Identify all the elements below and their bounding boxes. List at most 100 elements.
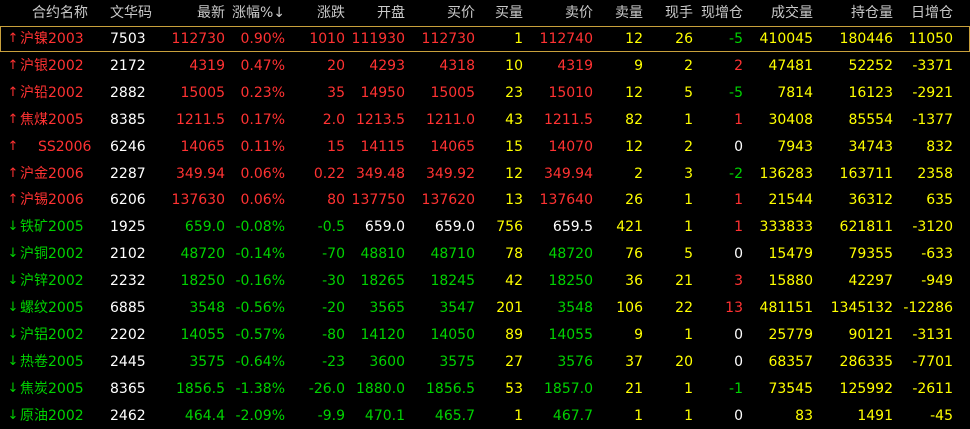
col-header-open-interest[interactable]: 持仓量 [813,0,893,26]
cell-ask-vol: 421 [616,219,643,236]
contract-name[interactable]: 原油2002 [20,403,98,429]
cell-ask-vol: 26 [625,192,643,209]
table-row[interactable]: ↑ 焦煤2005 8385 1211.5 0.17% 2.0 1213.5 1211.0 43 1… [0,107,970,133]
contract-name[interactable]: 沪金2006 [20,161,98,187]
table-row[interactable]: ↑ 沪银2002 2172 4319 0.47% 20 4293 4318 10 4319 9 2 2 4… [0,53,970,79]
cell-change-pct: -0.57% [235,326,285,343]
cell-open: 470.1 [364,407,405,424]
table-row[interactable]: ↓ 沪铜2002 2102 48720 -0.14% -70 48810 48710 78 487… [0,241,970,267]
table-row[interactable]: ↓ 沪铝2002 2202 14055 -0.57% -80 14120 14050 89 140… [0,322,970,348]
cell-open-interest: 1345132 [830,300,893,316]
cell-oi-change-now: 0 [734,407,743,424]
contract-name[interactable]: 焦炭2005 [20,376,98,402]
cell-last: 659.0 [184,219,225,236]
col-header-volume[interactable]: 成交量 [743,0,813,26]
contract-name[interactable]: 沪镍2003 [20,26,98,52]
cell-bid: 1211.0 [426,111,475,128]
cell-current-hand: 21 [675,273,693,290]
table-row[interactable]: ↑ SS2006 6246 14065 0.11% 15 14115 14065 15 14070… [0,134,970,160]
cell-bid-vol: 43 [505,111,523,128]
contract-name[interactable]: 沪锡2006 [20,187,98,213]
cell-open-interest: 180446 [839,31,893,47]
cell-bid-vol: 10 [505,57,523,74]
cell-open: 3565 [369,300,405,316]
table-row[interactable]: ↓ 沪锌2002 2232 18250 -0.16% -30 18265 18245 42 182… [0,268,970,294]
table-row[interactable]: ↓ 螺纹2005 6885 3548 -0.56% -20 3565 3547 201 3548 1… [0,295,970,321]
cell-bid: 14050 [430,326,475,343]
col-header-bid-vol[interactable]: 买量 [475,0,523,26]
cell-ask-vol: 82 [625,111,643,128]
cell-last: 48720 [180,246,225,263]
table-row[interactable]: ↓ 热卷2005 2445 3575 -0.64% -23 3600 3575 27 3576 37… [0,349,970,375]
table-row[interactable]: ↓ 焦炭2005 8365 1856.5 -1.38% -26.0 1880.0 1856.5… [0,376,970,402]
cell-open-interest: 1491 [857,407,893,424]
cell-open-interest: 85554 [848,111,893,128]
col-header-current-hand[interactable]: 现手 [643,0,693,26]
cell-last: 4319 [189,57,225,74]
cell-ask-vol: 2 [634,165,643,182]
contract-name[interactable]: 热卷2005 [20,349,98,375]
contract-name[interactable]: 沪铝2002 [20,322,98,348]
cell-ask-vol: 21 [625,380,643,397]
cell-bid: 4318 [439,57,475,74]
table-row[interactable]: ↓ 铁矿2005 1925 659.0 -0.08% -0.5 659.0 659.0 756 6… [0,214,970,240]
col-header-open[interactable]: 开盘 [345,0,405,26]
cell-bid-vol: 53 [505,380,523,397]
cell-oi-change-day: -3120 [912,219,953,236]
cell-oi-change-day: -3131 [912,326,953,343]
cell-ask: 3548 [557,300,593,316]
cell-last: 137630 [171,192,225,209]
table-row[interactable]: ↑ 沪锡2006 6206 137630 0.06% 80 137750 137620 13 13… [0,187,970,213]
cell-ask: 14055 [548,326,593,343]
contract-name[interactable]: 焦煤2005 [20,107,98,133]
cell-change: 80 [327,192,345,209]
col-header-change-pct[interactable]: 涨幅%↓ [225,0,285,26]
contract-name[interactable]: 铁矿2005 [20,214,98,240]
cell-bid-vol: 23 [505,84,523,101]
cell-bid-vol: 12 [505,165,523,182]
cell-current-hand: 1 [684,326,693,343]
contract-name[interactable]: 沪铅2002 [20,80,98,106]
cell-ask: 15010 [548,84,593,101]
cell-current-hand: 1 [684,219,693,236]
cell-current-hand: 5 [684,246,693,263]
cell-change: 1010 [309,31,345,47]
contract-name[interactable]: 螺纹2005 [20,295,98,321]
col-header-bid[interactable]: 买价 [405,0,475,26]
col-header-oi-change-now[interactable]: 现增仓 [693,0,743,26]
cell-volume: 481151 [759,300,813,316]
col-header-ask-vol[interactable]: 卖量 [593,0,643,26]
cell-ask: 1211.5 [544,111,593,128]
up-arrow-icon: ↑ [7,192,19,208]
cell-oi-change-now: 0 [734,353,743,370]
col-header-last[interactable]: 最新 [150,0,225,26]
cell-oi-change-day: 2358 [917,165,953,182]
contract-name[interactable]: 沪银2002 [20,53,98,79]
contract-name[interactable]: 沪铜2002 [20,241,98,267]
cell-current-hand: 26 [675,31,693,47]
contract-name[interactable]: 沪锌2002 [20,268,98,294]
col-header-oi-change-day[interactable]: 日增仓 [893,0,953,26]
cell-bid: 112730 [421,31,475,47]
cell-open-interest: 125992 [839,380,893,397]
cell-bid: 48710 [430,246,475,263]
col-header-ask[interactable]: 卖价 [523,0,593,26]
table-row[interactable]: ↑ 沪镍2003 7503 112730 0.90% 1010 111930 112730 1 1… [0,26,970,52]
cell-change-pct: 0.47% [240,57,285,74]
cell-last: 14065 [180,138,225,155]
table-row[interactable]: ↑ 沪铅2002 2882 15005 0.23% 35 14950 15005 23 15010… [0,80,970,106]
col-header-change[interactable]: 涨跌 [285,0,345,26]
cell-change: 35 [327,84,345,101]
cell-current-hand: 20 [675,353,693,370]
down-arrow-icon: ↓ [7,219,19,235]
cell-oi-change-now: 0 [734,246,743,263]
down-arrow-icon: ↓ [7,273,19,289]
cell-volume: 7814 [777,84,813,101]
cell-oi-change-now: -5 [729,31,743,47]
cell-change: -30 [322,273,345,290]
contract-name[interactable]: SS2006 [20,134,98,160]
table-row[interactable]: ↓ 原油2002 2462 464.4 -2.09% -9.9 470.1 465.7 1 467… [0,403,970,429]
col-header-name[interactable]: 合约名称 [32,0,110,26]
table-row[interactable]: ↑ 沪金2006 2287 349.94 0.06% 0.22 349.48 349.92 12… [0,161,970,187]
cell-bid: 3575 [439,353,475,370]
